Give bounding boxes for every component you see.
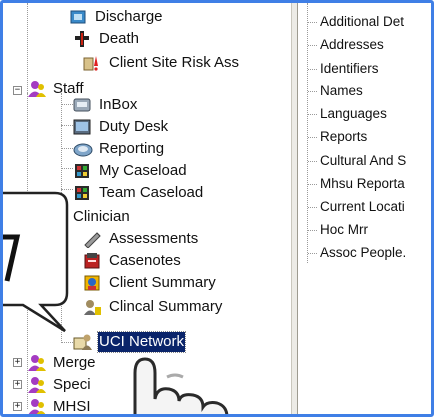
tree-item-clinical-summary[interactable]: Clincal Summary <box>83 296 223 318</box>
duty-desk-icon <box>73 118 93 136</box>
group-icon <box>27 398 47 414</box>
list-item-reports[interactable]: Reports <box>320 128 367 146</box>
list-item-languages[interactable]: Languages <box>320 105 387 123</box>
list-item-names[interactable]: Names <box>320 82 363 100</box>
group-icon <box>27 80 47 98</box>
discharge-icon <box>69 8 89 26</box>
network-icon <box>73 333 93 351</box>
tree-item-label: Assessments <box>109 230 199 247</box>
tree-item-label: Clinician <box>73 208 130 225</box>
tree-line <box>307 3 308 263</box>
hand-cursor-icon <box>133 357 229 414</box>
list-item-additional-details[interactable]: Additional Det <box>320 13 404 31</box>
tree-line <box>61 148 73 149</box>
cross-icon <box>73 30 93 48</box>
pane-splitter[interactable] <box>291 3 298 414</box>
tree-item-label: Client Site Risk Ass <box>109 54 240 71</box>
tree-item-label: Team Caseload <box>99 184 204 201</box>
casenotes-icon <box>83 252 103 270</box>
tree-item-label: Duty Desk <box>99 118 169 135</box>
list-item-assoc-people[interactable]: Assoc People. <box>320 244 406 262</box>
tree-item-label: Speci <box>53 376 91 393</box>
list-item-addresses[interactable]: Addresses <box>320 36 384 54</box>
tree-item-inbox[interactable]: InBox <box>73 94 138 116</box>
tree-item-label-selected: UCI Network <box>96 331 187 353</box>
tree-item-label: My Caseload <box>99 162 187 179</box>
tree-line <box>61 342 73 343</box>
tree-item-my-caseload[interactable]: My Caseload <box>73 160 188 182</box>
tree-item-team-caseload[interactable]: Team Caseload <box>73 182 204 204</box>
tree-line <box>61 168 73 169</box>
list-item-cultural[interactable]: Cultural And S <box>320 152 406 170</box>
expand-speci-toggle[interactable]: + <box>13 380 22 389</box>
tree-line <box>61 125 73 126</box>
list-item-current-location[interactable]: Current Locati <box>320 198 405 216</box>
tree-line <box>61 104 73 105</box>
tree-item-duty-desk[interactable]: Duty Desk <box>73 116 169 138</box>
expand-mhsi-toggle[interactable]: + <box>13 402 22 411</box>
list-item-identifiers[interactable]: Identifiers <box>320 60 379 78</box>
tree-item-client-site-risk[interactable]: Client Site Risk Ass <box>83 52 240 74</box>
tree-item-reporting[interactable]: Reporting <box>73 138 165 160</box>
tree-item-label: Discharge <box>95 8 163 25</box>
inbox-icon <box>73 96 93 114</box>
tree-item-assessments[interactable]: Assessments <box>83 228 199 250</box>
tree-item-uci-network[interactable]: UCI Network <box>73 331 187 353</box>
risk-icon <box>83 54 103 72</box>
reporting-icon <box>73 140 93 158</box>
tree-item-death[interactable]: Death <box>73 28 140 50</box>
collapse-staff-toggle[interactable]: − <box>13 86 22 95</box>
list-item-mhsu-reportable[interactable]: Mhsu Reporta <box>320 175 405 193</box>
tree-item-clinician[interactable]: Clinician <box>61 206 131 228</box>
group-icon <box>27 376 47 394</box>
group-icon <box>27 354 47 372</box>
tree-item-label: Reporting <box>99 140 165 157</box>
assessments-icon <box>83 230 103 249</box>
tree-item-label: Casenotes <box>109 252 181 269</box>
client-summary-icon <box>83 274 103 292</box>
tree-item-discharge[interactable]: Discharge <box>69 6 164 28</box>
clinical-summary-icon <box>83 298 103 316</box>
team-caseload-icon <box>73 184 93 202</box>
tree-item-label: Clincal Summary <box>109 298 223 315</box>
tree-item-merge[interactable]: Merge <box>27 352 97 374</box>
navigation-tree[interactable]: − + + + Discharge Death Client Site Risk… <box>3 3 295 414</box>
app-window: − + + + Discharge Death Client Site Risk… <box>0 0 434 417</box>
tree-item-mhsi[interactable]: MHSI <box>27 396 92 414</box>
expand-merge-toggle[interactable]: + <box>13 358 22 367</box>
detail-list-pane[interactable]: Additional Det Addresses Identifiers Nam… <box>298 3 431 414</box>
tree-item-label: Merge <box>53 354 96 371</box>
tree-item-client-summary[interactable]: Client Summary <box>83 272 217 294</box>
tree-item-label: MHSI <box>53 398 91 414</box>
tree-item-label: InBox <box>99 96 138 113</box>
caseload-icon <box>73 162 93 180</box>
callout-bubble <box>3 191 69 333</box>
tree-item-casenotes[interactable]: Casenotes <box>83 250 182 272</box>
tree-item-label: Death <box>99 30 140 47</box>
tree-item-label: Client Summary <box>109 274 216 291</box>
list-item-hoc-mrr[interactable]: Hoc Mrr <box>320 221 368 239</box>
